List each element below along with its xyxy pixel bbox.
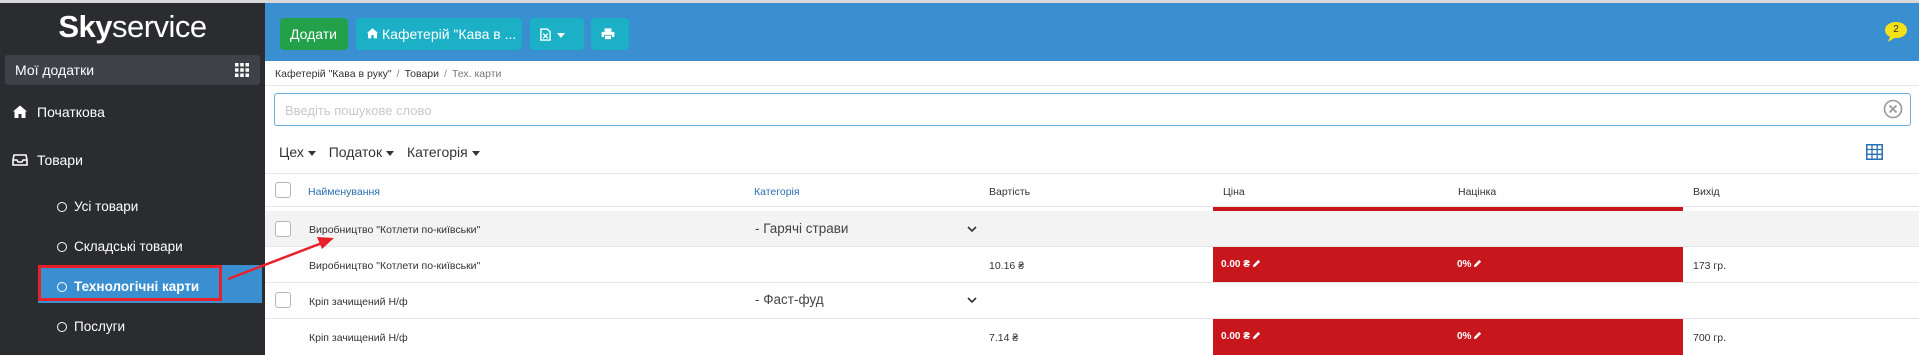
item-cost: 7.14 ₴ [989, 332, 1019, 344]
filter-label: Цех [279, 144, 304, 160]
group-name: Кріп зачищений Н/ф [309, 296, 408, 308]
item-cost: 10.16 ₴ [989, 260, 1025, 272]
breadcrumb-products[interactable]: Товари [405, 68, 439, 80]
breadcrumb-current: Тех. карти [451, 68, 502, 80]
filter-workshop[interactable]: Цех [279, 143, 316, 161]
column-header-price: Ціна [1223, 186, 1245, 198]
price-markup-cell: 0.00 ₴ 0% [1213, 247, 1683, 282]
logo-light-text: service [111, 9, 207, 44]
search-input[interactable] [285, 100, 1865, 120]
sidebar-item-label: Початкова [37, 104, 105, 120]
print-button[interactable] [591, 18, 629, 50]
table-row[interactable]: Виробництво "Котлети по-київськи" 10.16 … [265, 247, 1919, 283]
filter-category[interactable]: Категорія [407, 143, 480, 161]
table-group-row[interactable]: Виробництво "Котлети по-київськи" - Гаря… [265, 211, 1919, 247]
filter-label: Податок [328, 144, 383, 160]
sidebar: Skyservice Мої додатки Початкова Товари … [0, 3, 265, 355]
item-markup[interactable]: 0% [1457, 258, 1482, 272]
breadcrumb: Кафетерій "Кава в руку" / Товари / Тех. карт… [275, 66, 501, 82]
pencil-icon [1252, 259, 1261, 268]
breadcrumb-separator: / [396, 68, 400, 80]
sidebar-item-warehouse-products[interactable]: Складські товари [0, 239, 265, 255]
sidebar-item-label: Товари [37, 152, 83, 168]
circle-icon [57, 242, 67, 252]
chevron-down-icon [557, 32, 565, 38]
inbox-icon [12, 154, 28, 166]
sidebar-item-label: Послуги [74, 319, 126, 334]
app-logo[interactable]: Skyservice [0, 9, 265, 45]
group-category: - Гарячі страви [755, 221, 849, 236]
breadcrumb-store[interactable]: Кафетерій "Кава в руку" [275, 68, 392, 80]
sidebar-item-all-products[interactable]: Усі товари [0, 199, 265, 215]
circle-icon [57, 202, 67, 212]
table-group-row[interactable]: Кріп зачищений Н/ф - Фаст-фуд [265, 283, 1919, 319]
export-dropdown-button[interactable] [530, 18, 584, 50]
home-icon [13, 105, 27, 118]
price-markup-cell: 0.00 ₴ 0% [1213, 319, 1683, 355]
pencil-icon [1252, 331, 1261, 340]
top-toolbar: Додати Кафетерій "Кава в ... 2 [265, 3, 1919, 61]
sidebar-item-label: Усі товари [74, 199, 139, 214]
circle-icon [57, 322, 67, 332]
breadcrumb-separator: / [444, 68, 447, 80]
item-price[interactable]: 0.00 ₴ [1221, 330, 1261, 344]
file-excel-icon [540, 28, 551, 41]
column-header-name[interactable]: Найменування [308, 185, 380, 199]
filter-bar: Цех Податок Категорія [279, 143, 489, 161]
price-value: 0.00 ₴ [1221, 331, 1250, 342]
price-value: 0.00 ₴ [1221, 259, 1250, 270]
sidebar-item-services[interactable]: Послуги [0, 319, 265, 335]
sidebar-item-home[interactable]: Початкова [0, 104, 265, 120]
item-name: Кріп зачищений Н/ф [309, 332, 408, 344]
column-header-category[interactable]: Категорія [754, 185, 800, 199]
item-name: Виробництво "Котлети по-київськи" [309, 260, 481, 272]
clear-search-icon[interactable] [1883, 99, 1903, 119]
row-checkbox[interactable] [275, 292, 291, 308]
store-select-label: Кафетерій "Кава в ... [382, 26, 517, 42]
chevron-down-icon [471, 150, 480, 156]
sidebar-item-label: Складські товари [74, 239, 183, 254]
filter-tax[interactable]: Податок [328, 143, 395, 161]
chevron-down-icon [307, 150, 316, 156]
item-price[interactable]: 0.00 ₴ [1221, 258, 1261, 272]
item-yield: 700 гр. [1693, 332, 1727, 344]
divider [265, 85, 1919, 86]
chevron-down-icon [386, 150, 395, 156]
pencil-icon [1474, 259, 1482, 268]
app-root: Skyservice Мої додатки Початкова Товари … [0, 0, 1919, 355]
annotation-highlight-box [38, 265, 222, 301]
column-header-yield: Вихід [1693, 186, 1720, 198]
markup-value: 0% [1457, 259, 1472, 270]
printer-icon [601, 28, 615, 40]
chevron-down-icon[interactable] [967, 296, 977, 304]
column-header-cost: Вартість [989, 186, 1031, 198]
store-select-button[interactable]: Кафетерій "Кава в ... [356, 18, 522, 50]
group-name: Виробництво "Котлети по-київськи" [309, 224, 481, 236]
search-box [274, 93, 1911, 126]
filter-label: Категорія [406, 144, 468, 160]
columns-table-icon[interactable] [1866, 144, 1883, 160]
row-checkbox[interactable] [275, 221, 291, 237]
column-header-markup: Націнка [1458, 186, 1497, 198]
notification-count: 2 [1893, 24, 1899, 35]
select-all-checkbox[interactable] [275, 182, 291, 198]
table-row[interactable]: Кріп зачищений Н/ф 7.14 ₴ 0.00 ₴ 0% 700 … [265, 319, 1919, 355]
chevron-down-icon[interactable] [967, 225, 977, 233]
pencil-icon [1474, 331, 1482, 340]
my-apps-button[interactable]: Мої додатки [5, 55, 260, 85]
markup-value: 0% [1457, 331, 1472, 342]
item-yield: 173 гр. [1693, 260, 1727, 272]
group-category: - Фаст-фуд [755, 292, 824, 307]
item-markup[interactable]: 0% [1457, 330, 1482, 344]
table-header: Найменування Категорія Вартість Ціна Нац… [265, 173, 1919, 207]
my-apps-label: Мої додатки [15, 62, 95, 78]
logo-bold-text: Sky [58, 9, 112, 44]
notifications-button[interactable]: 2 [1884, 21, 1908, 43]
add-button[interactable]: Додати [280, 18, 348, 50]
sidebar-item-products[interactable]: Товари [0, 152, 265, 168]
apps-grid-icon [235, 63, 249, 77]
home-icon [366, 28, 379, 39]
